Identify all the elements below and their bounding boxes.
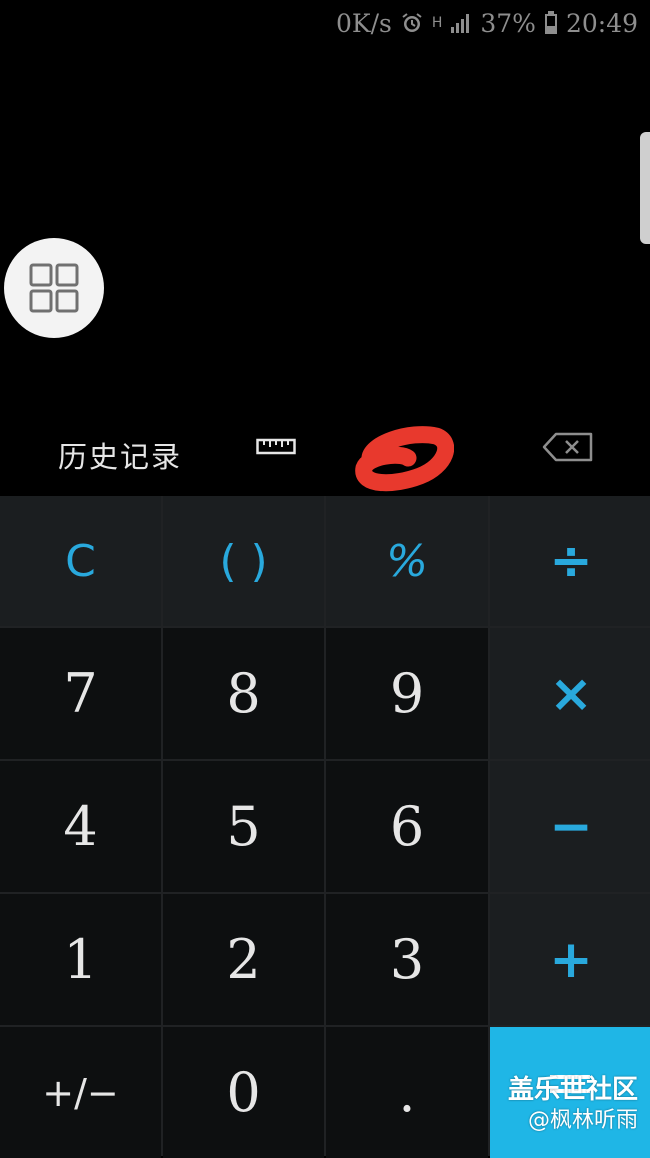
edge-panel-handle[interactable]: [640, 132, 650, 244]
battery-percent: 37%: [480, 8, 536, 38]
floating-grid-button[interactable]: [4, 238, 104, 338]
multiply-button[interactable]: ×: [490, 628, 650, 759]
red-annotation-mark: [350, 422, 455, 500]
calculator-display: [0, 46, 650, 416]
digit-3-button[interactable]: 3: [326, 894, 488, 1025]
history-button[interactable]: 历史记录: [58, 434, 182, 476]
digit-9-button[interactable]: 9: [326, 628, 488, 759]
alarm-clock-icon: [400, 11, 424, 35]
digit-2-button[interactable]: 2: [163, 894, 324, 1025]
signal-bars-icon: [450, 12, 472, 34]
status-bar: 0K/s H 37% 20:49: [0, 0, 650, 46]
parentheses-button[interactable]: ( ): [163, 496, 324, 626]
keypad: C ( ) % ÷ 7 8 9 × 4 5 6 − 1 2 3 + +/− 0 …: [0, 496, 650, 1158]
digit-4-button[interactable]: 4: [0, 761, 161, 892]
grid-icon: [29, 263, 79, 313]
decimal-button[interactable]: .: [326, 1027, 488, 1158]
backspace-icon[interactable]: [542, 432, 594, 466]
digit-1-button[interactable]: 1: [0, 894, 161, 1025]
percent-button[interactable]: %: [326, 496, 488, 626]
add-button[interactable]: +: [490, 894, 650, 1025]
net-speed: 0K/s: [336, 8, 392, 38]
plus-minus-button[interactable]: +/−: [0, 1027, 161, 1158]
battery-icon: [544, 11, 558, 35]
digit-6-button[interactable]: 6: [326, 761, 488, 892]
watermark-line1: 盖乐世社区: [507, 1074, 638, 1105]
clear-button[interactable]: C: [0, 496, 161, 626]
equals-button[interactable]: 盖乐世社区 @枫林听雨: [490, 1027, 650, 1158]
digit-8-button[interactable]: 8: [163, 628, 324, 759]
ruler-icon[interactable]: [256, 436, 296, 460]
digit-0-button[interactable]: 0: [163, 1027, 324, 1158]
network-type: H: [431, 15, 443, 31]
divide-button[interactable]: ÷: [490, 496, 650, 626]
digit-5-button[interactable]: 5: [163, 761, 324, 892]
subtract-button[interactable]: −: [490, 761, 650, 892]
digit-7-button[interactable]: 7: [0, 628, 161, 759]
watermark: 盖乐世社区 @枫林听雨: [508, 1074, 638, 1136]
clock-time: 20:49: [565, 8, 638, 38]
watermark-line2: @枫林听雨: [527, 1108, 638, 1134]
toolbar: 历史记录: [0, 416, 650, 496]
